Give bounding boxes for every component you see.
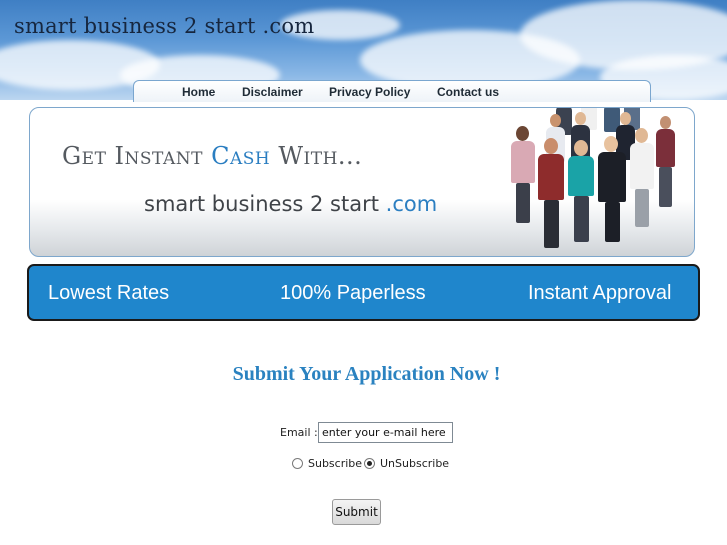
brand-text: smart business 2 start [144, 192, 386, 216]
feature-instant-approval: Instant Approval [528, 282, 672, 304]
email-label: Email : [280, 426, 318, 439]
site-title: smart business 2 start .com [14, 14, 315, 38]
submit-button[interactable]: Submit [332, 499, 381, 525]
top-nav: Home Disclaimer Privacy Policy Contact u… [133, 80, 651, 102]
nav-privacy-policy[interactable]: Privacy Policy [329, 85, 410, 99]
headline-text-end: With... [270, 142, 363, 170]
nav-disclaimer[interactable]: Disclaimer [242, 85, 303, 99]
nav-contact-us[interactable]: Contact us [437, 85, 499, 99]
form-heading: Submit Your Application Now ! [232, 363, 501, 385]
feature-paperless: 100% Paperless [280, 282, 426, 304]
subscribe-radio[interactable] [292, 458, 303, 469]
brand-accent: .com [385, 192, 438, 216]
unsubscribe-label: UnSubscribe [380, 457, 450, 470]
headline-accent: Cash [211, 142, 271, 170]
banner-headline: Get Instant Cash With... [62, 142, 362, 170]
features-bar: Lowest Rates 100% Paperless Instant Appr… [27, 264, 700, 321]
nav-home[interactable]: Home [182, 85, 215, 99]
banner-brand: smart business 2 start .com [144, 192, 437, 216]
hero-banner: Get Instant Cash With... smart business … [29, 107, 695, 257]
business-people-image [506, 108, 694, 256]
subscribe-label: Subscribe [308, 457, 363, 470]
feature-lowest-rates: Lowest Rates [48, 282, 170, 304]
headline-text: Get Instant [62, 142, 212, 170]
email-input[interactable] [318, 422, 453, 443]
unsubscribe-radio[interactable] [364, 458, 375, 469]
